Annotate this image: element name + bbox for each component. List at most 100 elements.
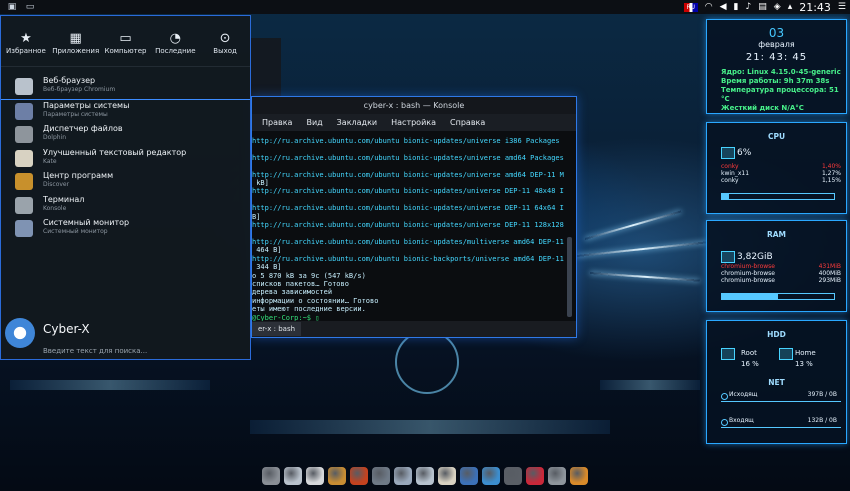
cpu-chip-icon — [721, 147, 735, 159]
wallpaper-ring — [395, 330, 459, 394]
terminal-line: http://ru.archive.ubuntu.com/ubuntu bion… — [252, 221, 564, 230]
launcher-item-subtitle: Kate — [43, 157, 57, 165]
terminal-line: http://ru.archive.ubuntu.com/ubuntu bion… — [252, 137, 564, 145]
net-out-label: Исходящ — [729, 391, 758, 398]
launcher-tab[interactable]: ◔ Последние — [150, 16, 200, 66]
wallpaper-lightning — [576, 241, 707, 257]
launcher-tab-label: Выход — [213, 47, 237, 55]
cpu-usage: 6% — [737, 148, 752, 158]
terminal-line: http://ru.archive.ubuntu.com/ubuntu bion… — [252, 170, 564, 179]
konsole-menu-item[interactable]: Правка — [262, 114, 292, 131]
process-name: chromium-browse — [721, 270, 775, 277]
calendar-icon[interactable] — [416, 467, 434, 485]
process-name: conky — [721, 177, 739, 184]
terminal-scrollbar[interactable] — [567, 237, 572, 317]
panel-clock[interactable]: 21:43 — [799, 1, 831, 14]
launcher-item[interactable]: Улучшенный текстовый редактор Kate — [1, 147, 250, 171]
process-row: chromium-browse 400MiB — [721, 270, 841, 277]
konsole-titlebar[interactable]: cyber-x : bash — Konsole — [252, 97, 576, 114]
hdd-root-label: Root — [741, 349, 757, 357]
konsole-menu-item[interactable]: Настройка — [391, 114, 436, 131]
launcher-item[interactable]: Системный монитор Системный монитор — [1, 217, 250, 241]
system-tray: RU ◠ ◀ ▮ ♪ ▤ ◈ ▴ 21:43 ☰ — [683, 0, 846, 14]
terminal-output[interactable]: http://ru.archive.ubuntu.com/ubuntu bion… — [252, 133, 564, 325]
computer-icon: ▭ — [119, 31, 132, 46]
launcher-item-subtitle: Discover — [43, 181, 70, 188]
ram-usage: 3,82GiB — [737, 252, 773, 262]
settings-icon — [15, 102, 33, 120]
ram-usage-fill — [722, 294, 778, 299]
download-icon — [721, 419, 728, 426]
konsole-menu-item[interactable]: Вид — [306, 114, 322, 131]
launcher-tab[interactable]: ▭ Компьютер — [101, 16, 151, 66]
battery-icon[interactable]: ▮ — [734, 2, 739, 12]
launcher-item[interactable]: Центр программ Discover — [1, 170, 250, 194]
update-icon[interactable]: ◈ — [774, 2, 781, 12]
package-icon[interactable] — [328, 467, 346, 485]
conky-date-panel: 03 февраля 21: 43: 45 Ядро: Linux 4.15.0… — [706, 19, 847, 114]
scroll-icon[interactable] — [262, 467, 280, 485]
launcher-item-title: Терминал — [43, 194, 85, 204]
hdd-home: Home 13 % — [795, 349, 816, 368]
wifi-icon[interactable]: ◠ — [705, 2, 713, 12]
launcher-item-subtitle: Dolphin — [43, 134, 67, 141]
launcher-tab[interactable]: ★ Избранное — [1, 16, 51, 66]
fox-icon[interactable] — [570, 467, 588, 485]
launcher-tab[interactable]: ⊙ Выход — [200, 16, 250, 66]
user-icon[interactable] — [460, 467, 478, 485]
terminal-icon — [15, 196, 33, 214]
globe-icon[interactable] — [482, 467, 500, 485]
photo-icon[interactable] — [394, 467, 412, 485]
launcher-tab-label: Приложения — [52, 47, 100, 55]
search-input[interactable]: Введите текст для поиска... — [43, 347, 147, 355]
volume-icon[interactable]: ◀ — [720, 2, 727, 12]
ram-title: RAM — [766, 230, 787, 239]
conky-cpu-panel: CPU 6% conky 1,40% kwin_x11 1,27% conky 1,15% — [706, 122, 847, 214]
process-row: kwin_x11 1,27% — [721, 170, 841, 177]
wallpaper-bar — [250, 420, 610, 434]
monitor-icon[interactable] — [372, 467, 390, 485]
cherry-icon[interactable] — [526, 467, 544, 485]
user-avatar[interactable] — [5, 318, 35, 348]
launcher-item[interactable]: Параметры системы Параметры системы — [1, 100, 250, 124]
editor-icon[interactable] — [438, 467, 456, 485]
window-list-icon[interactable]: ▭ — [24, 2, 36, 12]
bell-icon[interactable]: ♪ — [746, 2, 752, 12]
panel-settings-icon[interactable]: ☰ — [838, 2, 846, 12]
dashboard-icon[interactable]: ▣ — [6, 2, 18, 12]
konsole-tab[interactable]: er-x : bash — [252, 322, 302, 336]
conky-ram-panel: RAM 3,82GiB chromium-browse 431MiB chromiu… — [706, 220, 847, 312]
conky-system-line: Температура процессора: 51 °C — [721, 86, 839, 103]
terminal-line: http://ru.archive.ubuntu.com/ubuntu bion… — [252, 204, 564, 213]
net-outgoing: Исходящ 397B / 0B — [721, 391, 841, 402]
launcher-item[interactable]: Веб-браузер Веб-браузер Chromium — [1, 75, 250, 100]
keyboard-layout-flag-icon[interactable]: RU — [683, 2, 698, 12]
launcher-tab[interactable]: ▦ Приложения — [51, 16, 101, 66]
net-incoming: Входящ 132B / 0B — [721, 417, 841, 428]
favorites-list: Веб-браузер Веб-браузер Chromium Параметры… — [1, 67, 250, 241]
clipboard-icon[interactable]: ▤ — [758, 2, 767, 12]
process-row: conky 1,15% — [721, 177, 841, 184]
launcher-item[interactable]: Диспетчер файлов Dolphin — [1, 123, 250, 147]
expand-tray-icon[interactable]: ▴ — [788, 2, 793, 12]
chromium-icon[interactable] — [284, 467, 302, 485]
vlc-icon[interactable] — [306, 467, 324, 485]
launcher-item-subtitle: Системный монитор — [43, 228, 108, 235]
tools-icon[interactable] — [350, 467, 368, 485]
konsole-window[interactable]: cyber-x : bash — Konsole Правка Вид Заклад… — [251, 96, 577, 338]
launcher-item[interactable]: Терминал Konsole — [1, 194, 250, 218]
launcher-tab-label: Компьютер — [104, 47, 147, 55]
conky-hdd-net-panel: HDD Root 16 % Home 13 % NET Исходящ 397B… — [706, 320, 847, 444]
cross-icon[interactable] — [548, 467, 566, 485]
konsole-menu-item[interactable]: Закладки — [337, 114, 377, 131]
background-window-fragment — [251, 38, 281, 98]
root-disk-icon — [721, 348, 735, 360]
launcher-item-subtitle: Параметры системы — [43, 110, 108, 118]
process-name: chromium-browse — [721, 277, 775, 284]
konsole-menu-item[interactable]: Справка — [450, 114, 485, 131]
process-value: 400MiB — [818, 270, 841, 277]
process-row: chromium-browse 293MiB — [721, 277, 841, 284]
conky-time: 21: 43: 45 — [745, 52, 808, 63]
hat-icon[interactable] — [504, 467, 522, 485]
history-icon: ◔ — [169, 31, 181, 46]
